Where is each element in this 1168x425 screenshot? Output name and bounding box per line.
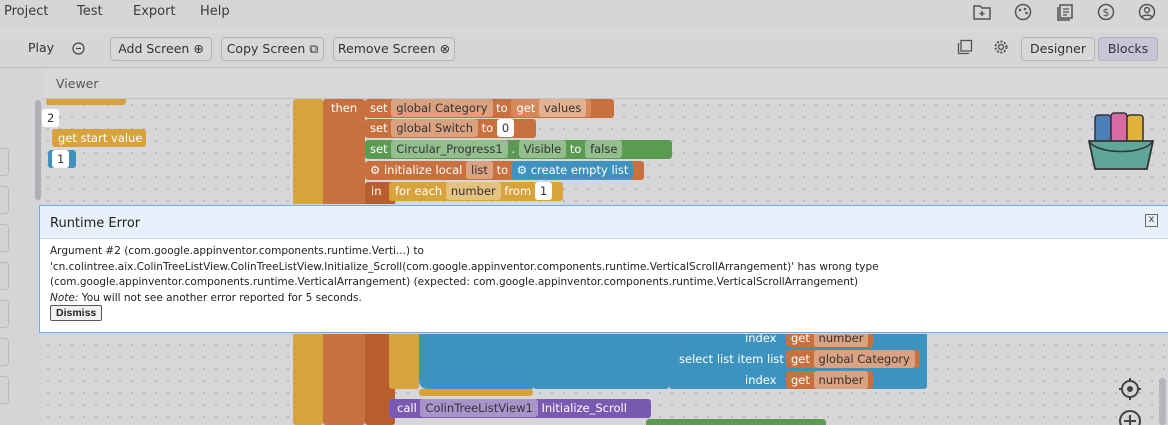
account-icon[interactable] — [1137, 3, 1157, 21]
backpack-icon[interactable] — [1085, 111, 1157, 177]
block-set-global-category[interactable]: set global Category to get values — [365, 99, 614, 118]
block-list-container[interactable] — [419, 331, 533, 389]
runtime-error-dialog: Runtime Error x Argument #2 (com.google.… — [39, 205, 1168, 333]
block-get-start-value[interactable]: get start value — [52, 129, 146, 147]
menu-export[interactable]: Export — [133, 4, 176, 19]
block-loop-end — [419, 389, 533, 396]
blocks-button[interactable]: Blocks — [1098, 37, 1158, 61]
gear-icon[interactable] — [993, 39, 1009, 55]
block-fragment[interactable] — [46, 99, 126, 105]
block-list-container[interactable] — [533, 331, 669, 389]
dollar-icon[interactable]: $ — [1096, 3, 1116, 21]
zoom-in-icon[interactable] — [1118, 409, 1142, 425]
designer-button[interactable]: Designer — [1021, 37, 1095, 61]
sidebar-item[interactable] — [0, 224, 9, 252]
palette-icon[interactable] — [1013, 3, 1033, 21]
play-button[interactable]: Play — [22, 37, 60, 59]
add-screen-button[interactable]: Add Screen ⊕ — [110, 37, 212, 61]
menu-bar: Project Test Export Help $ — [0, 0, 1168, 26]
sidebar-scrollbar[interactable] — [35, 100, 41, 200]
block-loop-body[interactable] — [389, 331, 419, 389]
block-call-initialize-scroll[interactable]: call ColinTreeListView1 Initialize_Scrol… — [389, 399, 651, 418]
menu-test[interactable]: Test — [77, 4, 103, 19]
plus-circle-icon: ⊕ — [193, 41, 204, 56]
sidebar-item[interactable] — [0, 262, 9, 290]
gear-icon: ⚙ — [516, 163, 528, 177]
block-number[interactable]: 1 — [48, 150, 76, 168]
copy-icon: ⧉ — [309, 41, 319, 56]
sidebar-item[interactable] — [0, 148, 9, 176]
block-set-global-switch[interactable]: set global Switch to 0 — [365, 119, 536, 138]
copy-screen-button[interactable]: Copy Screen ⧉ — [221, 37, 324, 61]
dialog-message: Argument #2 (com.google.appinventor.comp… — [50, 244, 1150, 306]
block-number[interactable]: 2 — [42, 109, 60, 127]
folder-plus-icon[interactable] — [972, 3, 992, 21]
gear-icon: ⚙ — [370, 163, 381, 177]
menu-help[interactable]: Help — [200, 4, 230, 19]
library-icon[interactable] — [1055, 3, 1075, 21]
sidebar-item[interactable] — [0, 300, 9, 328]
block-initialize-local[interactable]: ⚙ initialize local list to ⚙ create empt… — [365, 161, 644, 180]
sidebar-item[interactable] — [0, 338, 9, 366]
viewer-header: Viewer — [42, 68, 1168, 99]
menu-project[interactable]: Project — [4, 4, 48, 19]
block-fragment — [646, 419, 826, 425]
viewer-title: Viewer — [56, 76, 99, 91]
note-text: You will not see another error reported … — [81, 291, 362, 304]
close-icon[interactable]: x — [1145, 214, 1158, 227]
svg-text:$: $ — [1103, 6, 1110, 19]
sidebar-item[interactable] — [0, 376, 9, 404]
chevron-circle-down-icon[interactable] — [72, 42, 85, 55]
error-text: Argument #2 (com.google.appinventor.comp… — [50, 245, 879, 288]
gallery-icon[interactable] — [957, 39, 973, 55]
dialog-title-bar: Runtime Error x — [40, 206, 1168, 239]
toolbar: Play Add Screen ⊕ Copy Screen ⧉ Remove S… — [0, 33, 1168, 68]
note-label: Note: — [50, 291, 79, 304]
workspace-scrollbar[interactable] — [1159, 378, 1166, 425]
target-icon[interactable] — [1118, 377, 1142, 401]
remove-screen-button[interactable]: Remove Screen ⊗ — [333, 37, 455, 61]
dismiss-button[interactable]: Dismiss — [50, 305, 103, 321]
block-select-list-item[interactable]: index get number select list item list g… — [669, 329, 927, 389]
block-for-each[interactable]: for each number from 1 — [389, 182, 563, 201]
sidebar-item[interactable] — [0, 186, 9, 214]
remove-circle-icon: ⊗ — [439, 41, 451, 56]
block-set-visible[interactable]: set Circular_Progress1 . Visible to fals… — [365, 140, 672, 159]
dialog-title: Runtime Error — [50, 216, 141, 231]
